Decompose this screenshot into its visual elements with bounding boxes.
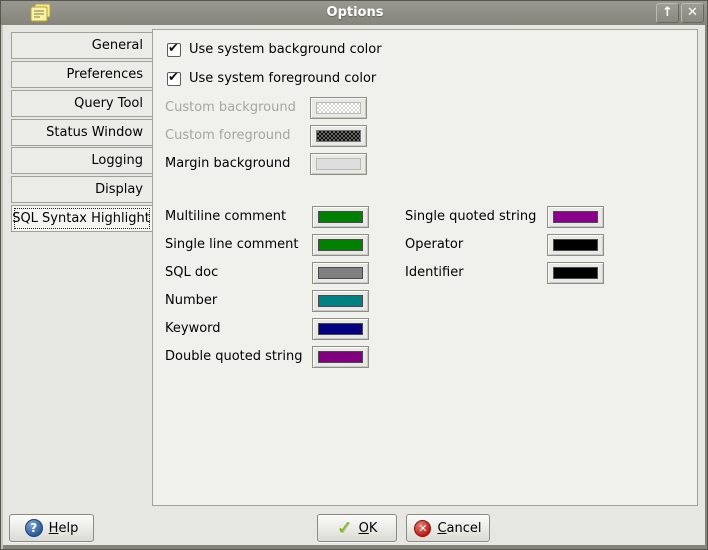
margin-background-color-button[interactable] (310, 153, 367, 175)
cancel-x-icon: ✕ (414, 520, 431, 537)
custom-foreground-label: Custom foreground (165, 125, 291, 147)
ok-checkmark-icon: ✓ (337, 519, 353, 538)
cancel-button[interactable]: ✕ Cancel (406, 514, 490, 542)
tab-preferences[interactable]: Preferences (11, 61, 153, 88)
single-quoted-string-label: Single quoted string (405, 206, 536, 228)
operator-label: Operator (405, 234, 463, 256)
sql-doc-row: SQL doc (165, 262, 445, 284)
custom-background-swatch (316, 102, 361, 114)
keyword-swatch (318, 323, 363, 335)
ok-button[interactable]: ✓ OK (317, 514, 397, 542)
help-button-label: Help (49, 521, 79, 536)
custom-background-row: Custom background (165, 97, 445, 119)
use-system-background-row: ✔ Use system background color (167, 42, 382, 58)
custom-foreground-row: Custom foreground (165, 125, 445, 147)
sql-syntax-highlight-page: ✔ Use system background color ✔ Use syst… (152, 29, 698, 506)
multiline-comment-swatch (318, 211, 363, 223)
custom-foreground-color-button (310, 125, 367, 147)
rollup-button[interactable]: ↑ (656, 3, 679, 23)
tab-status-window[interactable]: Status Window (11, 119, 153, 146)
tab-display[interactable]: Display (11, 176, 153, 203)
ok-button-label: OK (359, 521, 378, 536)
single-quoted-string-color-button[interactable] (547, 206, 604, 228)
close-icon: ✕ (687, 5, 698, 20)
number-color-button[interactable] (312, 290, 369, 312)
custom-foreground-swatch (316, 130, 361, 142)
checkmark-icon: ✔ (168, 41, 179, 56)
margin-background-row: Margin background (165, 153, 445, 175)
use-system-foreground-row: ✔ Use system foreground color (167, 71, 376, 87)
identifier-label: Identifier (405, 262, 464, 284)
number-swatch (318, 295, 363, 307)
single-quoted-string-row: Single quoted string (405, 206, 685, 228)
keyword-row: Keyword (165, 318, 445, 340)
sql-doc-swatch (318, 267, 363, 279)
number-row: Number (165, 290, 445, 312)
identifier-row: Identifier (405, 262, 685, 284)
options-dialog: Options ↑ ✕ General Preferences Query To… (0, 0, 708, 550)
window-title: Options (1, 1, 708, 25)
single-line-comment-row: Single line comment (165, 234, 445, 256)
double-quoted-string-label: Double quoted string (165, 346, 302, 368)
single-quoted-string-swatch (553, 211, 598, 223)
use-system-foreground-checkbox[interactable]: ✔ (167, 72, 181, 86)
custom-background-color-button (310, 97, 367, 119)
use-system-foreground-label: Use system foreground color (189, 68, 376, 90)
keyword-label: Keyword (165, 318, 221, 340)
custom-background-label: Custom background (165, 97, 296, 119)
checkmark-icon: ✔ (168, 70, 179, 85)
tab-query-tool[interactable]: Query Tool (11, 90, 153, 117)
single-line-comment-label: Single line comment (165, 234, 298, 256)
keyword-color-button[interactable] (312, 318, 369, 340)
double-quoted-string-swatch (318, 351, 363, 363)
multiline-comment-color-button[interactable] (312, 206, 369, 228)
operator-row: Operator (405, 234, 685, 256)
tab-logging[interactable]: Logging (11, 147, 153, 174)
sql-doc-label: SQL doc (165, 262, 218, 284)
double-quoted-string-color-button[interactable] (312, 346, 369, 368)
close-button[interactable]: ✕ (681, 3, 704, 23)
number-label: Number (165, 290, 217, 312)
titlebar[interactable]: Options ↑ ✕ (1, 1, 708, 25)
operator-color-button[interactable] (547, 234, 604, 256)
single-line-comment-swatch (318, 239, 363, 251)
multiline-comment-row: Multiline comment (165, 206, 445, 228)
identifier-swatch (553, 267, 598, 279)
use-system-background-checkbox[interactable]: ✔ (167, 43, 181, 57)
cancel-button-label: Cancel (437, 521, 481, 536)
operator-swatch (553, 239, 598, 251)
sql-doc-color-button[interactable] (312, 262, 369, 284)
tab-general[interactable]: General (11, 32, 153, 59)
tab-sql-syntax-highlight[interactable]: SQL Syntax Highlight (11, 205, 153, 232)
double-quoted-string-row: Double quoted string (165, 346, 445, 368)
use-system-background-label: Use system background color (189, 39, 382, 61)
rollup-arrow-icon: ↑ (662, 5, 673, 20)
margin-background-label: Margin background (165, 153, 290, 175)
margin-background-swatch (316, 158, 361, 170)
single-line-comment-color-button[interactable] (312, 234, 369, 256)
identifier-color-button[interactable] (547, 262, 604, 284)
help-question-icon: ? (25, 519, 43, 537)
multiline-comment-label: Multiline comment (165, 206, 286, 228)
help-button[interactable]: ? Help (9, 514, 94, 542)
